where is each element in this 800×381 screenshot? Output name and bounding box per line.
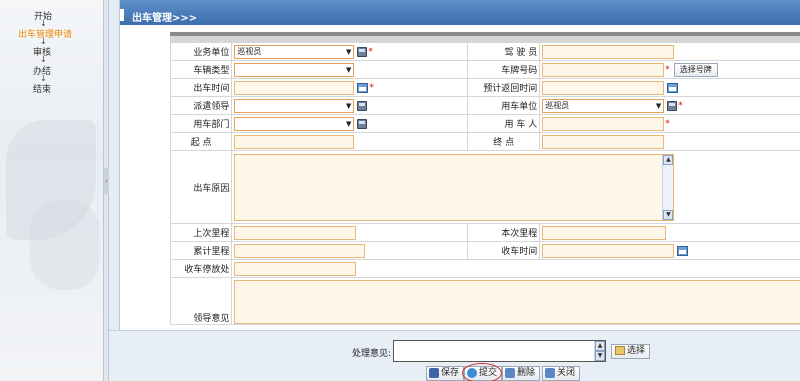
this-mileage-input[interactable] <box>542 225 667 240</box>
scroll-down-icon[interactable]: ▼ <box>595 351 605 361</box>
expected-return-input[interactable] <box>542 80 665 95</box>
reason-label: 出车原因 <box>169 150 233 224</box>
plate-number-input[interactable] <box>542 62 665 77</box>
opinion-select-button[interactable]: 选择 <box>611 344 651 359</box>
required-mark: * <box>369 82 374 93</box>
chevron-down-icon: ▼ <box>346 65 352 74</box>
close-icon <box>545 367 555 378</box>
end-point-input[interactable] <box>542 134 665 149</box>
using-unit-value: 巡视员 <box>545 100 570 110</box>
action-bar: 处理意见: ▲ ▼ 选择 保存 提交 删除 关闭 <box>109 330 800 381</box>
background-decoration <box>30 200 100 290</box>
org-picker-icon[interactable] <box>357 46 368 57</box>
calendar-icon[interactable] <box>357 82 369 93</box>
expected-return-label: 预计返回时间 <box>467 78 541 97</box>
user-input[interactable] <box>542 116 665 131</box>
chevron-down-icon: ▼ <box>655 101 662 110</box>
last-mileage-label: 上次里程 <box>169 223 233 242</box>
last-mileage-input[interactable] <box>234 225 357 240</box>
using-unit-select[interactable]: 巡视员 ▼ <box>542 98 665 113</box>
title-bar: 出车管理>>> <box>120 0 800 25</box>
page-title: 出车管理>>> <box>132 13 198 24</box>
org-picker-icon[interactable] <box>357 118 368 129</box>
parking-input[interactable] <box>234 261 357 276</box>
driver-label: 驾 驶 员 <box>467 42 541 61</box>
select-plate-button[interactable]: 选择号牌 <box>673 62 718 77</box>
using-dept-label: 用车部门 <box>169 114 233 133</box>
end-point-label: 终 点 <box>467 132 541 151</box>
using-unit-label: 用车单位 <box>467 96 541 115</box>
this-mileage-label: 本次里程 <box>467 223 541 242</box>
return-time-label: 收车时间 <box>467 241 541 260</box>
close-label: 关闭 <box>557 368 576 378</box>
workflow-arrow-icon: ↓ <box>40 55 47 64</box>
using-dept-select[interactable]: ▼ <box>234 116 355 131</box>
driver-input[interactable] <box>542 44 675 59</box>
delete-button[interactable]: 删除 <box>502 366 541 381</box>
return-time-input[interactable] <box>542 243 675 258</box>
scrollbar[interactable]: ▲ ▼ <box>662 154 674 220</box>
opinion-label: 处理意见: <box>352 349 392 359</box>
depart-time-label: 出车时间 <box>169 78 233 97</box>
note-icon <box>615 346 625 355</box>
save-icon <box>429 367 439 378</box>
parking-label: 收车停放处 <box>169 259 233 278</box>
chevron-down-icon: ▼ <box>346 119 352 128</box>
plate-number-label: 车牌号码 <box>467 60 541 79</box>
save-label: 保存 <box>441 368 460 378</box>
required-mark: * <box>665 64 670 75</box>
start-point-input[interactable] <box>234 134 355 149</box>
required-mark: * <box>678 100 683 111</box>
depart-time-input[interactable] <box>234 80 355 95</box>
dispatcher-label: 派遣领导 <box>169 96 233 115</box>
leader-opinion-textarea[interactable] <box>234 280 800 324</box>
person-picker-icon[interactable] <box>357 100 368 111</box>
chevron-down-icon: ▼ <box>346 101 352 110</box>
required-mark: * <box>368 46 373 57</box>
opinion-select-label: 选择 <box>627 346 646 356</box>
required-mark: * <box>665 118 670 129</box>
calendar-icon[interactable] <box>667 82 679 93</box>
org-picker-icon[interactable] <box>667 100 678 111</box>
scrollbar[interactable]: ▲ ▼ <box>594 341 605 361</box>
highlight-circle <box>462 363 502 381</box>
delete-label: 删除 <box>517 368 536 378</box>
leader-opinion-label: 领导意见 <box>169 277 233 325</box>
close-button[interactable]: 关闭 <box>542 366 581 381</box>
opinion-textarea[interactable]: ▲ ▼ <box>393 340 606 362</box>
start-point-label: 起 点 <box>169 132 233 151</box>
workflow-step-end: 结束 <box>32 85 51 95</box>
business-unit-select[interactable]: 巡视员 ▼ <box>234 44 355 59</box>
vehicle-dispatch-form: 业务单位 巡视员 ▼ * 驾 驶 员 车辆类型 ▼ 车牌号码 * 选择号牌 出车… <box>169 42 800 325</box>
workflow-panel: 开始 ↓ 出车管理申请 ↓ 审核 ↓ 办结 ↓ 结束 <box>0 0 103 381</box>
main-area: 出车管理>>> 业务单位 巡视员 ▼ * 驾 驶 员 车辆类型 ▼ 车牌号码 *… <box>109 0 800 381</box>
scroll-up-icon[interactable]: ▲ <box>663 154 674 165</box>
business-unit-label: 业务单位 <box>169 42 233 61</box>
reason-textarea[interactable]: ▲ ▼ <box>234 153 675 221</box>
delete-icon <box>505 367 515 378</box>
scroll-down-icon[interactable]: ▼ <box>663 209 674 220</box>
total-mileage-input[interactable] <box>234 243 366 258</box>
business-unit-value: 巡视员 <box>237 46 262 56</box>
title-marker <box>120 9 124 21</box>
chevron-down-icon: ▼ <box>346 47 352 56</box>
vehicle-type-label: 车辆类型 <box>169 60 233 79</box>
scroll-up-icon[interactable]: ▲ <box>595 341 605 351</box>
vehicle-type-select[interactable]: ▼ <box>234 62 355 77</box>
total-mileage-label: 累计里程 <box>169 241 233 260</box>
calendar-icon[interactable] <box>677 245 689 256</box>
dispatcher-select[interactable]: ▼ <box>234 98 355 113</box>
user-label: 用 车 人 <box>467 114 541 133</box>
save-button[interactable]: 保存 <box>426 366 465 381</box>
form-container: 出车管理>>> 业务单位 巡视员 ▼ * 驾 驶 员 车辆类型 ▼ 车牌号码 *… <box>119 0 800 330</box>
